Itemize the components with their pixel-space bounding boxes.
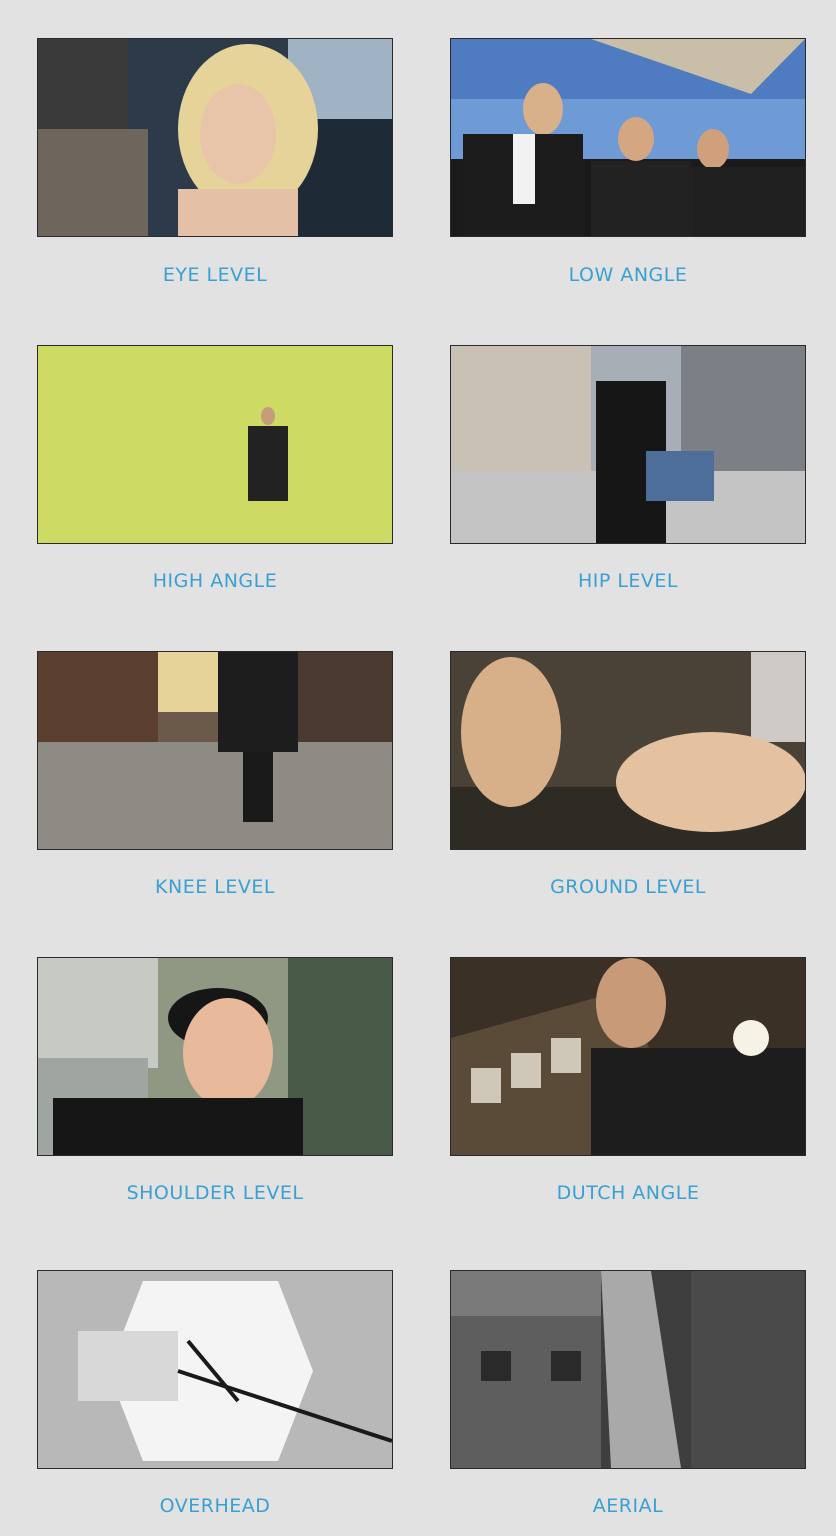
shot-caption: LOW ANGLE xyxy=(568,264,688,286)
overhead-photo xyxy=(37,1270,393,1469)
hip-level-photo xyxy=(450,345,806,544)
knee-level-photo xyxy=(37,651,393,850)
shot-caption: KNEE LEVEL xyxy=(155,876,275,898)
shot-caption: EYE LEVEL xyxy=(162,264,268,286)
shot-caption: GROUND LEVEL xyxy=(550,876,706,898)
shot-grid: EYE LEVEL LOW ANGLE HIGH ANGLE HIP LEVEL… xyxy=(0,0,836,1536)
shoulder-level-photo xyxy=(37,957,393,1156)
shot-caption: AERIAL xyxy=(592,1495,664,1517)
low-angle-photo xyxy=(450,38,806,237)
shot-caption: SHOULDER LEVEL xyxy=(126,1182,304,1204)
aerial-photo xyxy=(450,1270,806,1469)
ground-level-photo xyxy=(450,651,806,850)
shot-caption: HIGH ANGLE xyxy=(152,570,278,592)
shot-caption: HIP LEVEL xyxy=(577,570,679,592)
eye-level-photo xyxy=(37,38,393,237)
dutch-angle-photo xyxy=(450,957,806,1156)
high-angle-photo xyxy=(37,345,393,544)
shot-caption: OVERHEAD xyxy=(159,1495,271,1517)
shot-caption: DUTCH ANGLE xyxy=(556,1182,700,1204)
